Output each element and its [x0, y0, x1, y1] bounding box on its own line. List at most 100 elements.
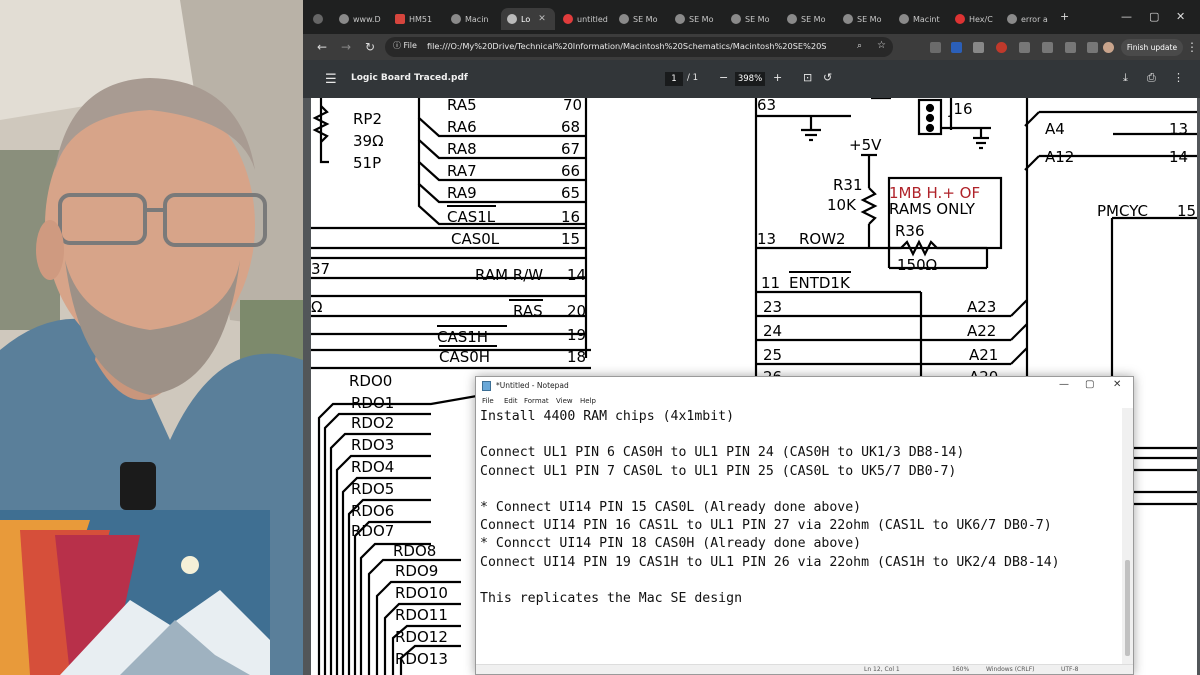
tab-0[interactable]: www.D	[333, 8, 387, 30]
tab-9[interactable]: SE Mo	[837, 8, 891, 30]
tab-search-icon[interactable]	[307, 8, 329, 30]
pdf-download-icon[interactable]: ⤓	[1123, 71, 1128, 85]
profile-avatar[interactable]	[1103, 42, 1114, 53]
schematic-label: ROW2	[799, 230, 846, 248]
schematic-label: RDO4	[351, 458, 394, 476]
tab-10[interactable]: Macint	[893, 8, 947, 30]
forward-icon[interactable]: →	[337, 38, 355, 56]
notepad-text-area[interactable]: Install 4400 RAM chips (4x1mbit) Connect…	[480, 408, 1120, 664]
schematic-label: 150Ω	[897, 256, 937, 274]
notepad-scrollbar[interactable]	[1122, 408, 1133, 664]
pdf-menu-icon[interactable]: ☰	[325, 72, 337, 87]
webcam-panel	[0, 0, 303, 675]
close-tab-icon[interactable]: ✕	[538, 14, 546, 24]
schematic-label: 39Ω	[353, 132, 384, 150]
extension-icon-3[interactable]	[973, 42, 984, 53]
schematic-label: CAS1L	[447, 208, 496, 226]
pdf-more-icon[interactable]: ⋮	[1173, 71, 1184, 84]
extension-icon-4[interactable]	[996, 42, 1007, 53]
schematic-label: 18	[567, 348, 586, 366]
minimize-icon[interactable]: —	[1121, 10, 1132, 23]
new-tab-icon[interactable]: +	[1060, 10, 1069, 23]
zoom-in-icon[interactable]: +	[773, 71, 782, 84]
maximize-icon[interactable]: ▢	[1149, 10, 1159, 23]
notepad-line: Connect UI14 PIN 19 CAS1H to UL1 PIN 26 …	[480, 554, 1060, 570]
schematic-label: 66	[561, 162, 580, 180]
schematic-label: 14	[567, 266, 586, 284]
schematic-label: RDO2	[351, 414, 394, 432]
fit-page-icon[interactable]: ⊡	[803, 71, 812, 84]
download-icon[interactable]	[1087, 42, 1098, 53]
schematic-label: RDO9	[395, 562, 438, 580]
notepad-line	[480, 426, 1120, 444]
file-scheme-chip: ⓘ File	[393, 41, 417, 50]
menu-edit[interactable]: Edit	[504, 397, 518, 405]
schematic-label: 14	[1169, 148, 1188, 166]
notepad-menubar: File Edit Format View Help	[476, 395, 1133, 408]
media-icon[interactable]	[1042, 42, 1053, 53]
schematic-label: 25	[763, 346, 782, 364]
finish-update-button[interactable]: Finish update	[1121, 39, 1183, 56]
notepad-titlebar[interactable]: *Untitled - Notepad — ▢ ✕	[476, 377, 1133, 395]
tab-4[interactable]: untitled	[557, 8, 611, 30]
tab-7[interactable]: SE Mo	[725, 8, 779, 30]
notepad-line: This replicates the Mac SE design	[480, 591, 743, 607]
tab-8[interactable]: SE Mo	[781, 8, 835, 30]
extension-icon-2[interactable]	[951, 42, 962, 53]
schematic-label: 67	[561, 140, 580, 158]
status-line-ending: Windows (CRLF)	[986, 666, 1035, 673]
schematic-label: RA9	[447, 184, 477, 202]
tab-12[interactable]: error a	[1001, 8, 1057, 30]
menu-kebab-icon[interactable]: ⋮	[1183, 38, 1200, 56]
menu-view[interactable]: View	[556, 397, 573, 405]
extension-icon-1[interactable]	[930, 42, 941, 53]
schematic-label: RA7	[447, 162, 477, 180]
zoom-out-icon[interactable]: −	[719, 71, 728, 84]
zoom-search-icon[interactable]: ⌕	[857, 41, 862, 51]
rotate-icon[interactable]: ↺	[823, 71, 832, 84]
schematic-label: A4	[1045, 120, 1065, 138]
schematic-label: RDO0	[349, 372, 392, 390]
page-total: / 1	[687, 73, 698, 83]
notepad-maximize-icon[interactable]: ▢	[1085, 379, 1094, 390]
schematic-label: 23	[763, 298, 782, 316]
tab-2[interactable]: Macin	[445, 8, 499, 30]
menu-file[interactable]: File	[482, 397, 494, 405]
zoom-input[interactable]: 398%	[735, 72, 765, 86]
print-icon[interactable]: ⎙	[1147, 71, 1156, 85]
schematic-label: RA6	[447, 118, 477, 136]
schematic-label: J16	[948, 100, 973, 118]
extensions-puzzle-icon[interactable]	[1019, 42, 1030, 53]
address-bar[interactable]: ⓘ File file:///O:/My%20Drive/Technical%2…	[385, 37, 893, 57]
address-url[interactable]: file:///O:/My%20Drive/Technical%20Inform…	[427, 41, 827, 51]
notepad-title: *Untitled - Notepad	[496, 381, 569, 390]
sidepanel-icon[interactable]	[1065, 42, 1076, 53]
page-number-input[interactable]: 1	[665, 72, 683, 86]
menu-format[interactable]: Format	[524, 397, 549, 405]
tab-3-active[interactable]: Lo ✕	[501, 8, 555, 30]
schematic-label: RDO1	[351, 394, 394, 412]
schematic-label: A12	[1045, 148, 1074, 166]
tab-6[interactable]: SE Mo	[669, 8, 723, 30]
back-icon[interactable]: ←	[313, 38, 331, 56]
status-position: Ln 12, Col 1	[864, 666, 900, 673]
close-window-icon[interactable]: ✕	[1176, 10, 1185, 23]
notepad-line: Connect UI14 PIN 16 CAS1L to UL1 PIN 27 …	[480, 518, 1052, 534]
tab-11[interactable]: Hex/C	[949, 8, 999, 30]
schematic-label: RDO11	[395, 606, 448, 624]
schematic-label: A21	[969, 346, 998, 364]
schematic-label: 70	[563, 98, 582, 114]
bookmark-star-icon[interactable]: ☆	[877, 40, 886, 51]
notepad-minimize-icon[interactable]: —	[1059, 379, 1069, 390]
menu-help[interactable]: Help	[580, 397, 596, 405]
tab-5[interactable]: SE Mo	[613, 8, 667, 30]
schematic-label: 19	[567, 326, 586, 344]
notepad-close-icon[interactable]: ✕	[1113, 379, 1121, 390]
browser-toolbar: ← → ↻ ⓘ File file:///O:/My%20Drive/Techn…	[303, 34, 1200, 60]
schematic-label: 16	[561, 208, 580, 226]
scrollbar-thumb[interactable]	[1125, 560, 1130, 656]
tab-1[interactable]: HM51	[389, 8, 443, 30]
reload-icon[interactable]: ↻	[361, 38, 379, 56]
schematic-label: A23	[967, 298, 996, 316]
notepad-line: Connect UL1 PIN 6 CAS0H to UL1 PIN 24 (C…	[480, 445, 965, 461]
